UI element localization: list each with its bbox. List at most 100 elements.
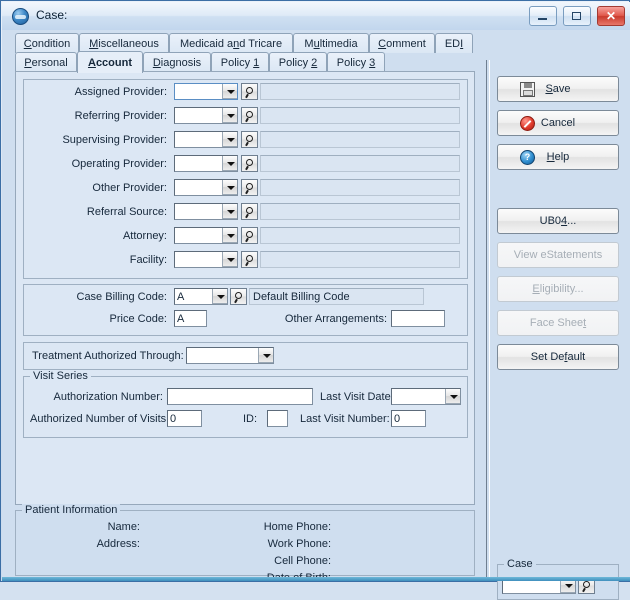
case-selector-group: Case <box>497 558 619 600</box>
case-billing-code-lookup-button[interactable] <box>230 288 247 305</box>
other-arrangements-label: Other Arrangements: <box>284 313 387 325</box>
tab-account[interactable]: Account <box>77 51 143 73</box>
price-code-input[interactable]: A <box>174 310 207 327</box>
case-selector-value <box>505 579 558 593</box>
other-arrangements-input[interactable] <box>391 310 445 327</box>
cancel-button[interactable]: Cancel <box>497 110 619 136</box>
tab-personal[interactable]: Personal <box>15 52 77 72</box>
other-provider-lookup-button[interactable] <box>241 179 258 196</box>
supervising-provider-value <box>177 133 220 147</box>
ub04-button-label: UB04... <box>539 215 577 227</box>
operating-provider-display <box>260 155 460 172</box>
case-window: Case: ✕ Condition Miscellaneous Medicaid… <box>0 0 630 600</box>
cancel-button-label: Cancel <box>540 117 576 129</box>
operating-provider-value <box>177 157 220 171</box>
treatment-authorized-group: Treatment Authorized Through: <box>23 342 468 370</box>
ub04-button[interactable]: UB04... <box>497 208 619 234</box>
chevron-down-icon[interactable] <box>222 204 237 219</box>
eligibility-button-label: Eligibility... <box>532 283 584 295</box>
operating-provider-lookup-button[interactable] <box>241 155 258 172</box>
referring-provider-lookup-button[interactable] <box>241 107 258 124</box>
help-button[interactable]: ? Help <box>497 144 619 170</box>
case-billing-code-combo[interactable]: A <box>174 288 228 305</box>
id-input[interactable] <box>267 410 288 427</box>
maximize-button[interactable] <box>562 6 591 26</box>
case-app-icon <box>12 8 29 25</box>
other-provider-label: Other Provider: <box>92 182 167 194</box>
tab-diagnosis[interactable]: Diagnosis <box>143 52 211 72</box>
assigned-provider-value <box>177 85 220 99</box>
window-title: Case: <box>36 8 68 22</box>
operating-provider-label: Operating Provider: <box>71 158 167 170</box>
tab-policy-1[interactable]: Policy 1 <box>211 52 269 72</box>
supervising-provider-lookup-button[interactable] <box>241 131 258 148</box>
chevron-down-icon[interactable] <box>258 348 273 363</box>
referral-source-value <box>177 205 220 219</box>
referral-source-combo[interactable] <box>174 203 238 220</box>
last-visit-number-input[interactable]: 0 <box>391 410 426 427</box>
assigned-provider-combo[interactable] <box>174 83 238 100</box>
operating-provider-combo[interactable] <box>174 155 238 172</box>
authorized-number-of-visits-label: Authorized Number of Visits: <box>30 413 170 425</box>
referral-source-lookup-button[interactable] <box>241 203 258 220</box>
attorney-value <box>177 229 220 243</box>
tab-edi[interactable]: EDI <box>435 33 473 53</box>
chevron-down-icon[interactable] <box>222 84 237 99</box>
referring-provider-value <box>177 109 220 123</box>
assigned-provider-lookup-button[interactable] <box>241 83 258 100</box>
patient-information-group-label: Patient Information <box>22 504 121 516</box>
treatment-authorized-through-combo[interactable] <box>186 347 274 364</box>
eligibility-button[interactable]: Eligibility... <box>497 276 619 302</box>
save-button[interactable]: Save <box>497 76 619 102</box>
tab-condition[interactable]: Condition <box>15 33 79 53</box>
authorization-number-input[interactable] <box>167 388 313 405</box>
chevron-down-icon[interactable] <box>212 289 227 304</box>
view-estatements-button-label: View eStatements <box>513 249 603 261</box>
chevron-down-icon[interactable] <box>222 180 237 195</box>
minimize-button[interactable] <box>528 6 557 26</box>
facility-label: Facility: <box>129 254 167 266</box>
treatment-authorized-through-value <box>189 349 256 363</box>
supervising-provider-combo[interactable] <box>174 131 238 148</box>
attorney-lookup-button[interactable] <box>241 227 258 244</box>
view-estatements-button[interactable]: View eStatements <box>497 242 619 268</box>
referring-provider-label: Referring Provider: <box>74 110 167 122</box>
chevron-down-icon[interactable] <box>222 108 237 123</box>
tab-multimedia[interactable]: Multimedia <box>293 33 369 53</box>
chevron-down-icon[interactable] <box>445 389 460 404</box>
chevron-down-icon[interactable] <box>222 132 237 147</box>
last-visit-date-value <box>394 390 443 404</box>
facility-value <box>177 253 220 267</box>
face-sheet-button[interactable]: Face Sheet <box>497 310 619 336</box>
work-phone-label: Work Phone: <box>267 538 331 550</box>
tab-strip: Condition Miscellaneous Medicaid and Tri… <box>15 33 475 73</box>
last-visit-date-label: Last Visit Date: <box>320 391 394 403</box>
close-button[interactable]: ✕ <box>597 6 625 26</box>
chevron-down-icon[interactable] <box>222 228 237 243</box>
facility-display <box>260 251 460 268</box>
referring-provider-combo[interactable] <box>174 107 238 124</box>
tab-miscellaneous[interactable]: Miscellaneous <box>79 33 169 53</box>
tab-comment[interactable]: Comment <box>369 33 435 53</box>
visit-series-group-label: Visit Series <box>30 370 91 382</box>
chevron-down-icon[interactable] <box>222 156 237 171</box>
title-bar: Case: ✕ <box>2 2 630 31</box>
referral-source-display <box>260 203 460 220</box>
set-default-button[interactable]: Set Default <box>497 344 619 370</box>
help-circle-icon: ? <box>520 150 535 165</box>
tab-policy-3[interactable]: Policy 3 <box>327 52 385 72</box>
facility-combo[interactable] <box>174 251 238 268</box>
tab-medicaid-and-tricare[interactable]: Medicaid and Tricare <box>169 33 293 53</box>
facility-lookup-button[interactable] <box>241 251 258 268</box>
tab-policy-2[interactable]: Policy 2 <box>269 52 327 72</box>
authorized-number-of-visits-input[interactable]: 0 <box>167 410 202 427</box>
other-provider-combo[interactable] <box>174 179 238 196</box>
last-visit-date-combo[interactable] <box>391 388 461 405</box>
other-provider-display <box>260 179 460 196</box>
chevron-down-icon[interactable] <box>222 252 237 267</box>
referral-source-label: Referral Source: <box>86 206 167 218</box>
supervising-provider-display <box>260 131 460 148</box>
window-controls: ✕ <box>526 6 625 27</box>
referring-provider-display <box>260 107 460 124</box>
attorney-combo[interactable] <box>174 227 238 244</box>
